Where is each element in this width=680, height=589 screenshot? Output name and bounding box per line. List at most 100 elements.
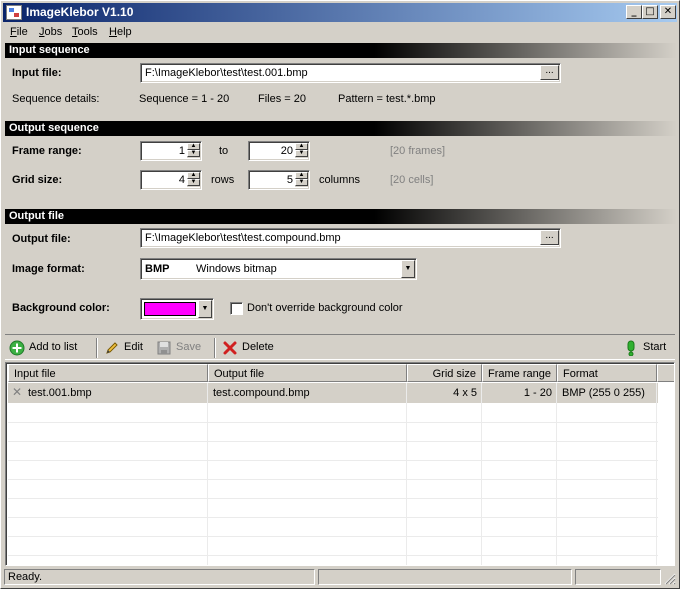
chevron-down-icon[interactable]: ▼ (401, 260, 415, 278)
title-bar[interactable]: ImageKlebor V1.10 _ □ ✕ (3, 3, 677, 22)
spin-down-icon[interactable]: ▼ (187, 179, 200, 186)
background-color-label: Background color: (12, 302, 110, 314)
delete-x-icon (223, 341, 237, 355)
override-label: Don't override background color (247, 302, 403, 314)
files-count: Files = 20 (258, 93, 306, 105)
columns-value: 5 (286, 174, 293, 186)
maximize-button[interactable]: □ (642, 5, 658, 19)
grid-line (656, 383, 657, 565)
minimize-button[interactable]: _ (626, 5, 642, 19)
output-file-browse-button[interactable]: ... (540, 230, 559, 245)
column-header-filler (657, 364, 674, 382)
sequence-range: Sequence = 1 - 20 (139, 93, 230, 105)
column-header-grid-size[interactable]: Grid size (407, 364, 482, 382)
rows-value: 4 (178, 174, 185, 186)
format-name: Windows bitmap (196, 263, 277, 275)
frame-to-value: 20 (280, 145, 293, 157)
menu-file[interactable]: File (10, 26, 28, 38)
column-header-frame-range[interactable]: Frame range (482, 364, 557, 382)
window-title: ImageKlebor V1.10 (26, 5, 134, 19)
toolbar-separator (96, 338, 98, 358)
spin-down-icon[interactable]: ▼ (295, 179, 308, 186)
main-window: ImageKlebor V1.10 _ □ ✕ File Jobs Tools … (0, 0, 680, 589)
cells-info: [20 cells] (390, 174, 434, 186)
output-file-value: F:\ImageKlebor\test\test.compound.bmp (145, 232, 341, 244)
frame-from-value: 1 (178, 145, 185, 157)
columns-label: columns (319, 174, 360, 186)
override-checkbox[interactable] (230, 302, 243, 315)
input-file-value: F:\ImageKlebor\test\test.001.bmp (145, 67, 308, 79)
grid-line (207, 383, 208, 565)
row-grid-size: 4 x 5 (453, 387, 477, 399)
spin-up-icon[interactable]: ▲ (187, 143, 200, 150)
resize-grip-icon[interactable] (664, 573, 676, 585)
add-to-list-button[interactable]: Add to list (9, 339, 81, 357)
grid-line (8, 536, 658, 537)
grid-line (8, 441, 658, 442)
grid-line (8, 422, 658, 423)
spin-up-icon[interactable]: ▲ (187, 172, 200, 179)
status-panel-2 (318, 569, 572, 585)
rows-spin-buttons[interactable]: ▲ ▼ (187, 172, 200, 187)
frame-from-spin-buttons[interactable]: ▲ ▼ (187, 143, 200, 158)
spin-down-icon[interactable]: ▼ (295, 150, 308, 157)
grid-line (556, 383, 557, 565)
output-file-label: Output file: (12, 233, 71, 245)
file-pattern: Pattern = test.*.bmp (338, 93, 436, 105)
jobs-table[interactable]: Input file Output file Grid size Frame r… (5, 362, 675, 566)
save-button[interactable]: Save (156, 339, 202, 357)
menu-jobs[interactable]: Jobs (39, 26, 62, 38)
input-file-label: Input file: (12, 67, 62, 79)
to-label: to (219, 145, 229, 157)
image-format-select[interactable]: BMP Windows bitmap ▼ (140, 258, 417, 280)
frame-to-spinner[interactable]: 20 ▲ ▼ (248, 141, 310, 161)
frames-info: [20 frames] (390, 145, 446, 157)
frame-to-spin-buttons[interactable]: ▲ ▼ (295, 143, 308, 158)
column-header-input-file[interactable]: Input file (8, 364, 208, 382)
columns-spinner[interactable]: 5 ▲ ▼ (248, 170, 310, 190)
row-frame-range: 1 - 20 (523, 387, 552, 399)
grid-line (8, 498, 658, 499)
column-header-output-file[interactable]: Output file (208, 364, 407, 382)
image-format-label: Image format: (12, 263, 85, 275)
rows-label: rows (211, 174, 235, 186)
close-button[interactable]: ✕ (660, 5, 676, 19)
section-output-file: Output file (5, 209, 677, 224)
delete-button[interactable]: Delete (222, 339, 276, 357)
grid-line (481, 383, 482, 565)
frame-range-label: Frame range: (12, 145, 82, 157)
grid-line (8, 555, 658, 556)
grid-line (406, 383, 407, 565)
columns-spin-buttons[interactable]: ▲ ▼ (295, 172, 308, 187)
grid-line (8, 460, 658, 461)
output-file-field[interactable]: F:\ImageKlebor\test\test.compound.bmp ..… (140, 228, 561, 248)
menu-help[interactable]: Help (109, 26, 132, 38)
status-bar: Ready. (3, 568, 677, 586)
grid-line (8, 479, 658, 480)
grid-size-label: Grid size: (12, 174, 63, 186)
menu-tools[interactable]: Tools (72, 26, 98, 38)
rows-spinner[interactable]: 4 ▲ ▼ (140, 170, 202, 190)
job-toolbar: Add to list Edit Save Delete Start (5, 334, 675, 360)
toolbar-separator (214, 338, 216, 358)
spin-up-icon[interactable]: ▲ (295, 143, 308, 150)
edit-button[interactable]: Edit (104, 339, 146, 357)
column-header-format[interactable]: Format (557, 364, 657, 382)
section-input-sequence: Input sequence (5, 43, 677, 58)
spin-up-icon[interactable]: ▲ (295, 172, 308, 179)
section-output-sequence: Output sequence (5, 121, 677, 136)
frame-from-spinner[interactable]: 1 ▲ ▼ (140, 141, 202, 161)
add-icon (9, 340, 25, 356)
start-button[interactable]: Start (623, 339, 667, 357)
app-icon[interactable] (6, 5, 22, 20)
chevron-down-icon[interactable]: ▼ (198, 300, 212, 318)
row-format: BMP (255 0 255) (562, 387, 645, 399)
input-file-browse-button[interactable]: ... (540, 65, 559, 80)
grid-line (8, 517, 658, 518)
background-color-picker[interactable]: ▼ (140, 298, 214, 320)
spin-down-icon[interactable]: ▼ (187, 150, 200, 157)
menu-bar: File Jobs Tools Help (3, 23, 677, 42)
input-file-field[interactable]: F:\ImageKlebor\test\test.001.bmp ... (140, 63, 561, 83)
job-status-icon: ✕ (12, 385, 23, 399)
sequence-details-label: Sequence details: (12, 93, 100, 105)
